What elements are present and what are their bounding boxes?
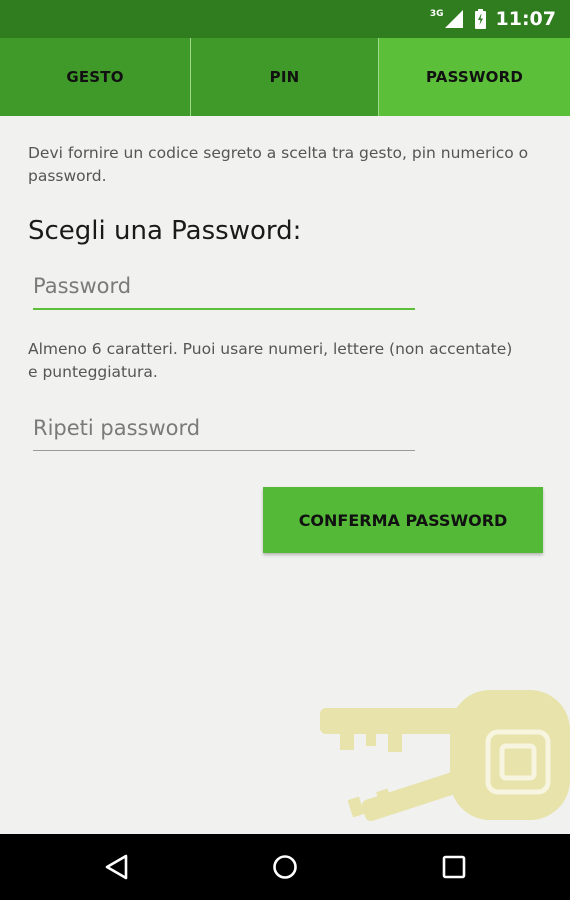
password-hint: Almeno 6 caratteri. Puoi usare numeri, l… (28, 340, 513, 381)
page-title: Scegli una Password: (28, 216, 302, 246)
tab-bar: GESTO PIN PASSWORD (0, 38, 570, 116)
battery-icon (474, 9, 486, 29)
back-icon[interactable] (104, 854, 130, 880)
tab-gesto[interactable]: GESTO (0, 38, 191, 116)
home-icon[interactable] (272, 854, 298, 880)
confirm-password-button[interactable]: CONFERMA PASSWORD (263, 487, 543, 553)
tab-pin[interactable]: PIN (191, 38, 379, 116)
navigation-bar (0, 834, 570, 900)
status-time: 11:07 (495, 8, 556, 30)
main-content: Devi fornire un codice segreto a scelta … (0, 116, 570, 834)
status-bar: 3G 11:07 (0, 0, 570, 38)
password-field[interactable] (33, 274, 415, 310)
tab-password[interactable]: PASSWORD (379, 38, 570, 116)
network-type: 3G (429, 9, 444, 19)
recent-apps-icon[interactable] (441, 854, 467, 880)
repeat-password-field[interactable] (33, 416, 415, 451)
keys-icon (320, 690, 570, 822)
signal-icon (444, 10, 463, 28)
intro-text: Devi fornire un codice segreto a scelta … (28, 144, 529, 185)
